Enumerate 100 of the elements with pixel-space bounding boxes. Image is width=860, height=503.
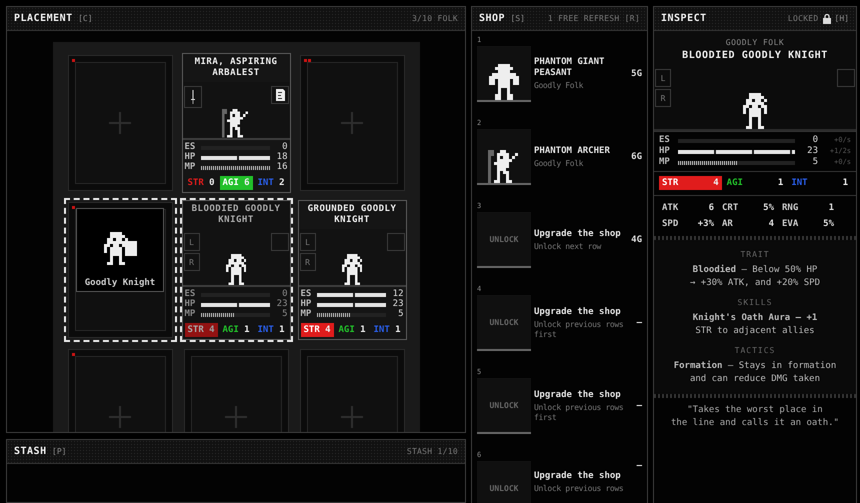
item-name: Upgrade the shop (534, 306, 622, 318)
attribute-label: SPD (662, 219, 680, 229)
side-slot[interactable]: R (300, 253, 316, 271)
bar-value: 16 (276, 163, 288, 172)
attribute-value: 1 (828, 203, 834, 213)
stash-count: STASH 1/10 (406, 447, 458, 456)
price: — (636, 401, 642, 411)
bar-label: HP (659, 147, 671, 156)
unit-thumbnail[interactable] (477, 129, 531, 185)
stat-label: AGI (222, 325, 239, 335)
price: 5G (630, 69, 642, 79)
hotkey-hint: [H] (834, 14, 849, 23)
attribute-label: EVA (782, 219, 800, 229)
stat-value: 4 (713, 178, 719, 188)
unlock-thumbnail[interactable]: UNLOCK (477, 378, 531, 434)
stat-value: 6 (244, 178, 250, 188)
price: 6G (630, 152, 642, 162)
stat-label: AGI (338, 325, 355, 335)
empty-item-slot[interactable] (270, 233, 288, 251)
bar-label: MP (300, 310, 312, 319)
panel-title: STASH (14, 446, 47, 457)
bar-label: ES (184, 290, 196, 299)
section-text: Formation — Stays in formation and can reduce DMG taken (674, 360, 836, 386)
unit-name: BLOODIED GOODLY KNIGHT (190, 203, 282, 227)
item-subtitle: Unlock next row (534, 242, 602, 252)
unlock-thumbnail[interactable]: UNLOCK (477, 295, 531, 351)
bar-value: 0 (281, 143, 288, 152)
item-subtitle: Unlock previous rows first (534, 320, 624, 340)
plus-icon (109, 112, 131, 134)
item-subtitle: Goodly Folk (534, 81, 584, 91)
knight-figure (104, 232, 136, 265)
bar-value: 23 (806, 147, 818, 156)
archer-figure (488, 150, 520, 183)
plus-icon (109, 406, 131, 428)
bar-label: MP (184, 310, 196, 319)
stat-value: 1 (395, 325, 400, 335)
attribute-value: 5% (762, 203, 774, 213)
stat-label: INT (374, 325, 390, 335)
item-subtitle: Unlock previous rows first (534, 402, 624, 422)
price: — (636, 461, 642, 471)
stat-label: STR (188, 325, 204, 335)
panel-title: SHOP (479, 13, 506, 24)
bar-value: 23 (276, 300, 288, 309)
dragged-card[interactable]: Goodly Knight (76, 208, 164, 292)
stat-value: 1 (842, 178, 848, 188)
empty-item-slot[interactable] (837, 69, 855, 87)
unit-name: GROUNDED GOODLY KNIGHT (306, 203, 398, 227)
bar-label: ES (300, 290, 312, 299)
item-name: PHANTOM GIANT PEASANT (534, 57, 606, 79)
stat-label: INT (258, 325, 274, 335)
knight-figure (342, 254, 362, 285)
sword-icon (190, 90, 194, 104)
knight-figure (743, 93, 767, 129)
empty-item-slot[interactable] (386, 233, 404, 251)
stat-value: 2 (279, 178, 284, 188)
unit-family: GOODLY FOLK (726, 38, 784, 47)
attribute-value: +3% (696, 219, 714, 229)
side-slot[interactable]: L (655, 69, 671, 87)
card-label: Goodly Knight (84, 278, 156, 288)
panel-title: INSPECT (661, 13, 707, 24)
stat-value: 1 (279, 325, 284, 335)
attribute-label: AR (722, 219, 734, 229)
attribute-label: ATK (662, 203, 680, 213)
price: — (636, 318, 642, 328)
bar-value: 5 (281, 310, 288, 319)
side-slot[interactable]: R (184, 253, 200, 271)
unlock-thumbnail[interactable]: UNLOCK (477, 461, 531, 503)
stat-label: AGI (726, 178, 743, 188)
bar-value: 0 (281, 290, 288, 299)
scroll-slot[interactable] (270, 86, 288, 104)
item-name: Upgrade the shop (534, 390, 622, 400)
attribute-value: 5% (822, 219, 834, 229)
section-text: Knight's Oath Aura — +1 STR to adjacent allies (692, 312, 818, 338)
side-slot[interactable]: L (300, 233, 316, 251)
bar-value: 12 (392, 290, 404, 299)
item-subtitle: Goodly Folk (534, 158, 584, 168)
item-name: PHANTOM ARCHER (534, 146, 611, 156)
sword-slot[interactable] (184, 86, 202, 108)
bar-value: 5 (397, 310, 404, 319)
side-slot[interactable]: R (655, 89, 671, 107)
hotkey-hint: [P] (52, 447, 66, 456)
board-slot[interactable]: Goodly Knight (64, 198, 176, 342)
bar-label: HP (184, 153, 196, 162)
unit-thumbnail[interactable] (477, 46, 531, 102)
stat-label: INT (791, 178, 808, 188)
item-subtitle: Unlock previous rows (534, 484, 624, 494)
bar-value: 23 (392, 300, 404, 309)
section-heading: TACTICS (734, 346, 776, 355)
lock-icon[interactable] (822, 14, 831, 24)
section-heading: TRAIT (740, 250, 770, 259)
stat-label: STR (662, 178, 678, 188)
bar-label: HP (184, 300, 196, 309)
stat-value: 4 (209, 325, 214, 335)
unlock-thumbnail[interactable]: UNLOCK (477, 212, 531, 268)
refresh-hint[interactable]: 1 FREE REFRESH [R] (548, 14, 640, 23)
price: 4G (630, 235, 642, 245)
attribute-label: RNG (782, 203, 800, 213)
stat-value: 1 (360, 325, 366, 335)
side-slot[interactable]: L (184, 233, 200, 251)
attribute-label: CRT (722, 203, 740, 213)
